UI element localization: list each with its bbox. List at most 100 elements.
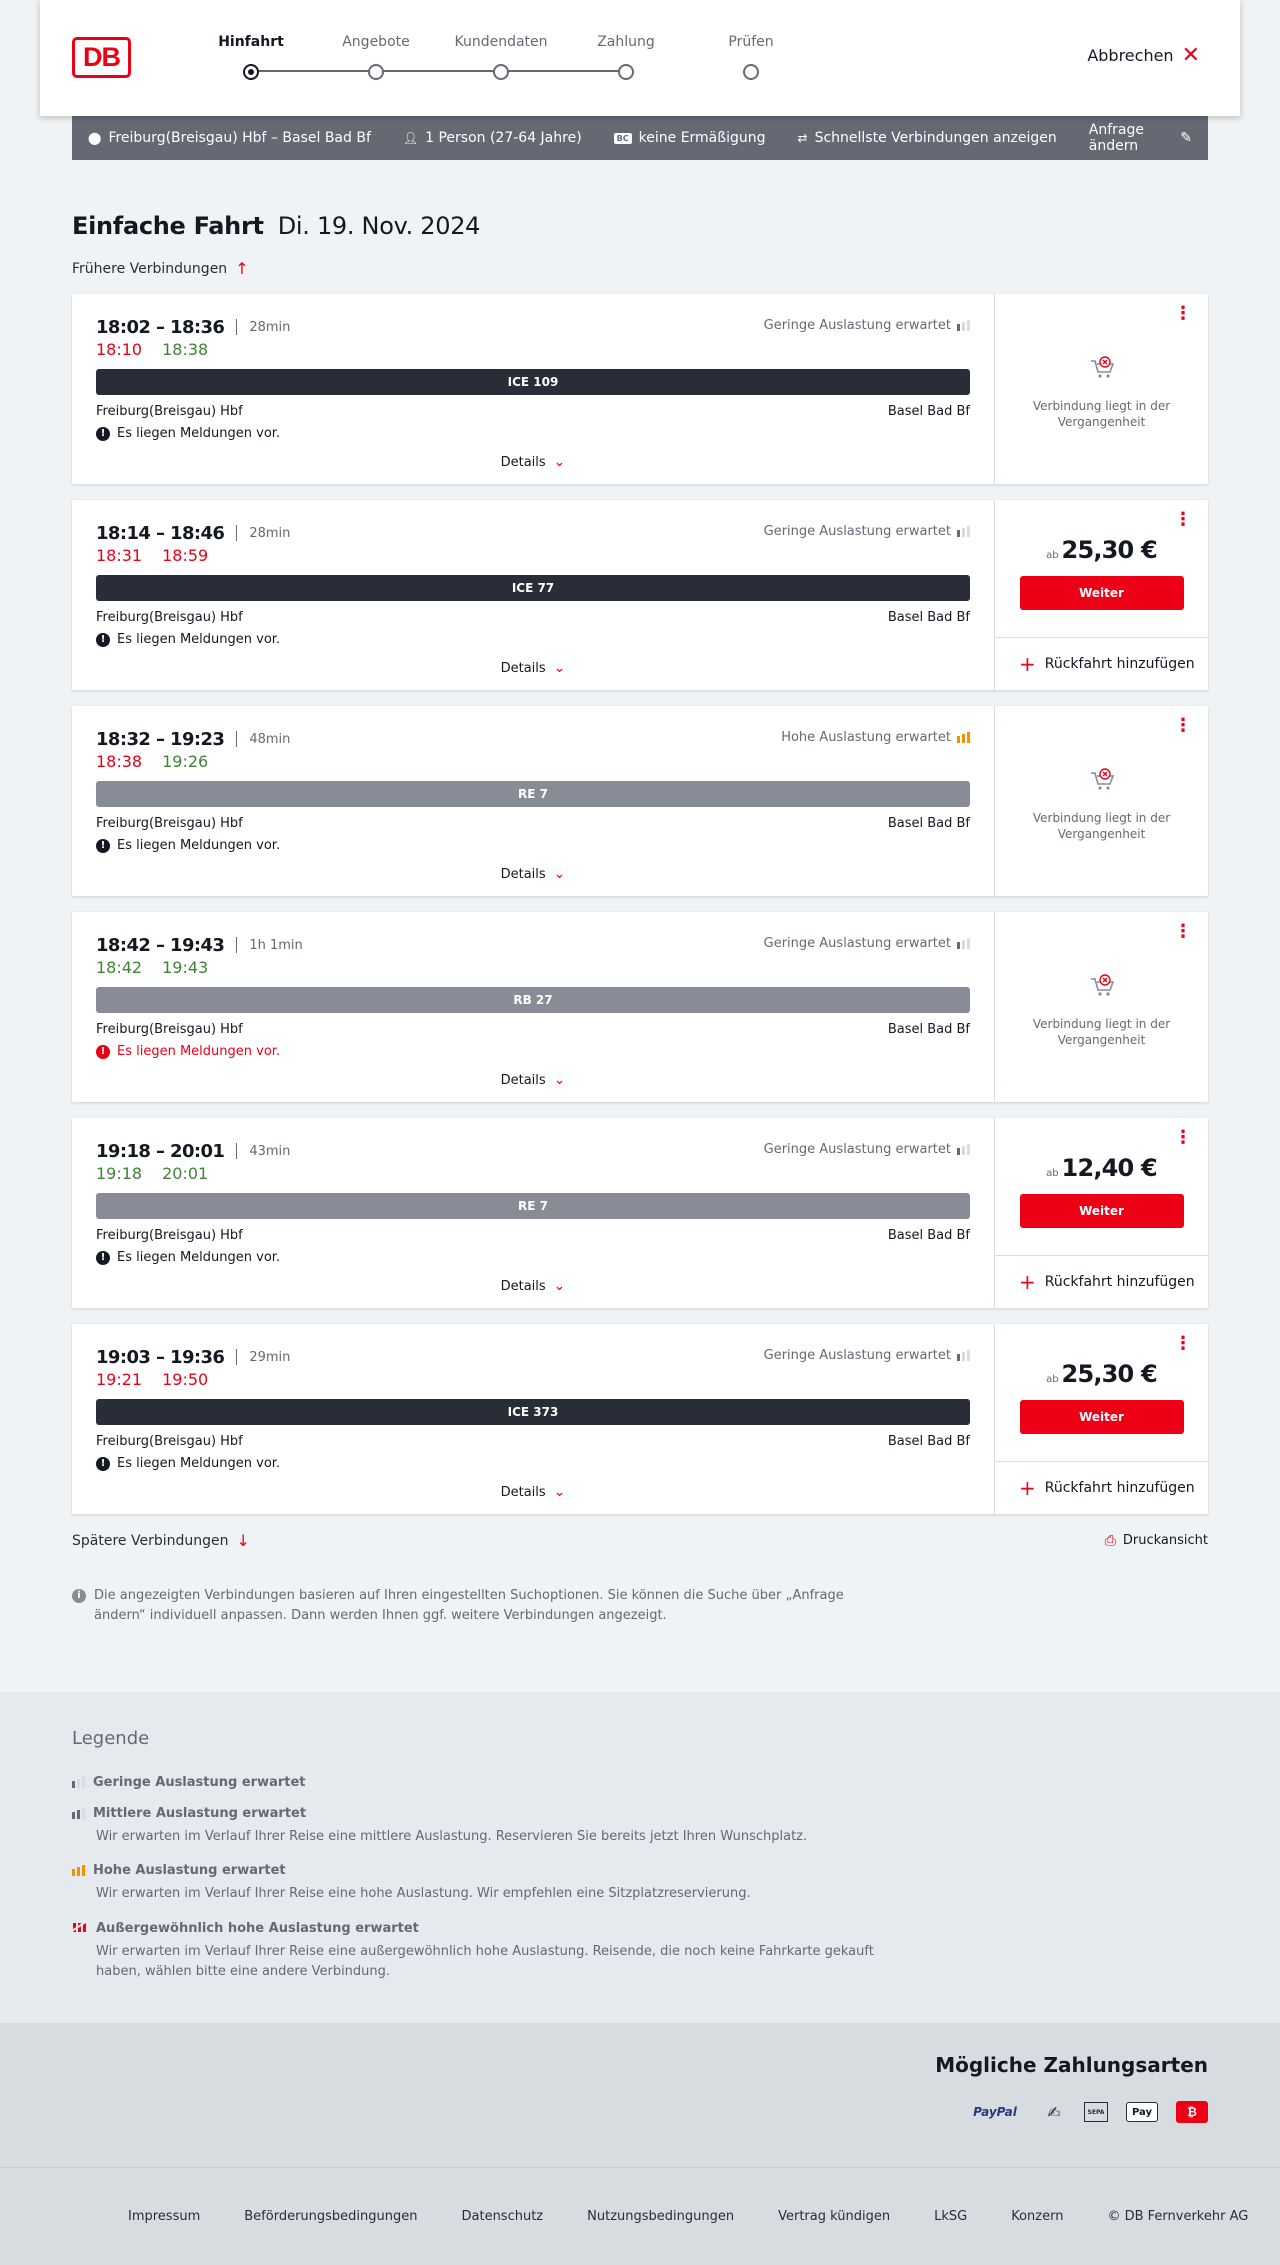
continue-button[interactable]: Weiter — [1019, 1400, 1184, 1434]
add-return-trip-button[interactable]: + Rückfahrt hinzufügen — [995, 1256, 1208, 1307]
print-view-button[interactable]: ⎙ Druckansicht — [1105, 1533, 1208, 1549]
plus-icon: + — [1019, 1475, 1036, 1500]
footer-link-befoerderungsbedingungen[interactable]: Beförderungsbedingungen — [244, 2209, 417, 2224]
realtime-times: 18:38 19:26 — [96, 752, 970, 774]
earlier-label: Frühere Verbindungen — [72, 260, 228, 277]
departure-station: Freiburg(Breisgau) Hbf — [96, 1022, 243, 1037]
details-toggle[interactable]: Details ⌄ — [72, 1484, 994, 1500]
more-options-icon[interactable]: ⋮ — [1174, 717, 1192, 735]
change-request-button[interactable]: Anfrage ändern ✎ — [1089, 122, 1192, 154]
occupancy-icon — [72, 1808, 85, 1819]
train-bar[interactable]: RE 7 — [96, 1193, 970, 1219]
footer-link-nutzungsbedingungen[interactable]: Nutzungsbedingungen — [587, 2209, 734, 2224]
step-zahlung[interactable]: Zahlung — [566, 34, 686, 80]
step-angebote[interactable]: Angebote — [316, 34, 436, 80]
add-return-trip-button[interactable]: + Rückfahrt hinzufügen — [995, 1462, 1208, 1513]
connection-card[interactable]: 18:42 – 19:43 1h 1min Geringe Auslastung e… — [72, 912, 1208, 1102]
footer-link-impressum[interactable]: Impressum — [128, 2209, 200, 2224]
occupancy-bar — [967, 938, 970, 949]
duration: 29min — [249, 1349, 291, 1365]
printer-icon: ⎙ — [1104, 1532, 1116, 1549]
very-high-occupancy-icon — [71, 1920, 88, 1936]
change-request-label: Anfrage ändern — [1088, 122, 1144, 154]
cancel-button[interactable]: Abbrechen ✕ — [1087, 44, 1200, 66]
stations: Freiburg(Breisgau) Hbf Basel Bad Bf — [96, 1434, 970, 1449]
past-connection-text: Verbindung liegt in der Vergangenheit — [1032, 811, 1171, 841]
legend-heading: Mittlere Auslastung erwartet — [72, 1806, 1208, 1821]
details-toggle[interactable]: Details ⌄ — [72, 866, 994, 882]
disruption-message[interactable]: ! Es liegen Meldungen vor. — [96, 632, 970, 647]
occupancy-label: Geringe Auslastung erwartet — [763, 318, 951, 333]
legend-item: Hohe Auslastung erwartet Wir erwarten im … — [72, 1863, 1208, 1904]
print-label: Druckansicht — [1122, 1533, 1208, 1548]
legend-section: Legende Geringe Auslastung erwartet Mittl… — [0, 1692, 1280, 2023]
db-logo[interactable]: DB — [72, 37, 131, 78]
disruption-message[interactable]: ! Es liegen Meldungen vor. — [96, 1250, 970, 1265]
legend-item-title: Hohe Auslastung erwartet — [93, 1863, 286, 1878]
details-toggle[interactable]: Details ⌄ — [72, 1072, 994, 1088]
more-options-icon[interactable]: ⋮ — [1174, 1335, 1192, 1353]
realtime-times: 19:21 19:50 — [96, 1370, 970, 1392]
disruption-message[interactable]: ! Es liegen Meldungen vor. — [96, 426, 970, 441]
train-bar[interactable]: ICE 373 — [96, 1399, 970, 1425]
occupancy-label: Geringe Auslastung erwartet — [763, 524, 951, 539]
footer-link-vertrag-kuendigen[interactable]: Vertrag kündigen — [778, 2209, 890, 2224]
more-options-icon[interactable]: ⋮ — [1174, 1129, 1192, 1147]
train-bar[interactable]: RE 7 — [96, 781, 970, 807]
connection-card[interactable]: 18:32 – 19:23 48min Hohe Auslastung erwart… — [72, 706, 1208, 896]
legend-item-title: Außergewöhnlich hohe Auslastung erwartet — [96, 1920, 419, 1936]
footer-link-lksg[interactable]: LkSG — [934, 2209, 967, 2224]
realtime-arrival: 18:59 — [162, 546, 209, 565]
occupancy-icon — [957, 526, 970, 537]
realtime-departure: 19:18 — [96, 1164, 143, 1183]
footer-link-datenschutz[interactable]: Datenschutz — [462, 2209, 544, 2224]
details-toggle[interactable]: Details ⌄ — [72, 1278, 994, 1294]
connection-card[interactable]: 18:14 – 18:46 28min Geringe Auslastung erw… — [72, 500, 1208, 690]
continue-button[interactable]: Weiter — [1019, 1194, 1184, 1228]
step-hinfahrt[interactable]: Hinfahrt — [191, 34, 311, 80]
realtime-departure: 19:21 — [96, 1370, 143, 1389]
more-options-icon[interactable]: ⋮ — [1174, 511, 1192, 529]
continue-button[interactable]: Weiter — [1019, 576, 1184, 610]
chevron-down-icon: ⌄ — [553, 660, 566, 676]
trip-date: Di. 19. Nov. 2024 — [277, 212, 481, 240]
step-kundendaten[interactable]: Kundendaten — [441, 34, 561, 80]
offer-panel: ⋮ ab 25,30 € Weiter + Rückfahrt hinzufügen — [994, 500, 1208, 690]
train-bar[interactable]: ICE 77 — [96, 575, 970, 601]
earlier-connections-link[interactable]: Frühere Verbindungen ↑ — [72, 259, 1208, 278]
chevron-down-icon: ⌄ — [553, 1072, 566, 1088]
duration: 48min — [249, 731, 291, 747]
arrival-station: Basel Bad Bf — [887, 1228, 970, 1243]
route-text: Freiburg(Breisgau) Hbf – Basel Bad Bf — [108, 130, 371, 146]
disruption-message[interactable]: ! Es liegen Meldungen vor. — [96, 838, 970, 853]
details-toggle[interactable]: Details ⌄ — [72, 454, 994, 470]
fastest-connections-toggle[interactable]: ⇄ Schnellste Verbindungen anzeigen — [798, 130, 1057, 146]
sepa-icon: SEPA — [1084, 2102, 1108, 2122]
add-return-trip-button[interactable]: + Rückfahrt hinzufügen — [995, 638, 1208, 689]
disruption-message[interactable]: ! Es liegen Meldungen vor. — [96, 1456, 970, 1471]
duration: 43min — [249, 1143, 291, 1159]
occupancy-bar — [967, 320, 970, 331]
connection-card[interactable]: 19:18 – 20:01 43min Geringe Auslastung erw… — [72, 1118, 1208, 1308]
connection-card[interactable]: 18:02 – 18:36 28min Geringe Auslastung erw… — [72, 294, 1208, 484]
arrival-station: Basel Bad Bf — [887, 404, 970, 419]
connection-card[interactable]: 19:03 – 19:36 29min Geringe Auslastung erw… — [72, 1324, 1208, 1514]
occupancy-info: Geringe Auslastung erwartet — [764, 524, 970, 539]
occupancy-icon — [957, 1350, 970, 1361]
details-toggle[interactable]: Details ⌄ — [72, 660, 994, 676]
step-pruefen[interactable]: Prüfen — [691, 34, 811, 80]
more-options-icon[interactable]: ⋮ — [1174, 923, 1192, 941]
footer-link-konzern[interactable]: Konzern — [1011, 2209, 1063, 2224]
train-bar[interactable]: ICE 109 — [96, 369, 970, 395]
occupancy-bar — [957, 1148, 960, 1155]
more-options-icon[interactable]: ⋮ — [1174, 305, 1192, 323]
occupancy-bar — [967, 1144, 970, 1155]
disruption-message[interactable]: ! Es liegen Meldungen vor. — [96, 1044, 970, 1059]
person-icon: 👤︎ — [402, 131, 419, 145]
arrow-up-icon: ↑ — [235, 259, 249, 278]
later-connections-link[interactable]: Spätere Verbindungen ↓ — [72, 1531, 250, 1550]
occupancy-bar — [82, 1865, 85, 1876]
train-bar[interactable]: RB 27 — [96, 987, 970, 1013]
step-label: Angebote — [342, 34, 410, 50]
occupancy-bar — [962, 322, 965, 331]
